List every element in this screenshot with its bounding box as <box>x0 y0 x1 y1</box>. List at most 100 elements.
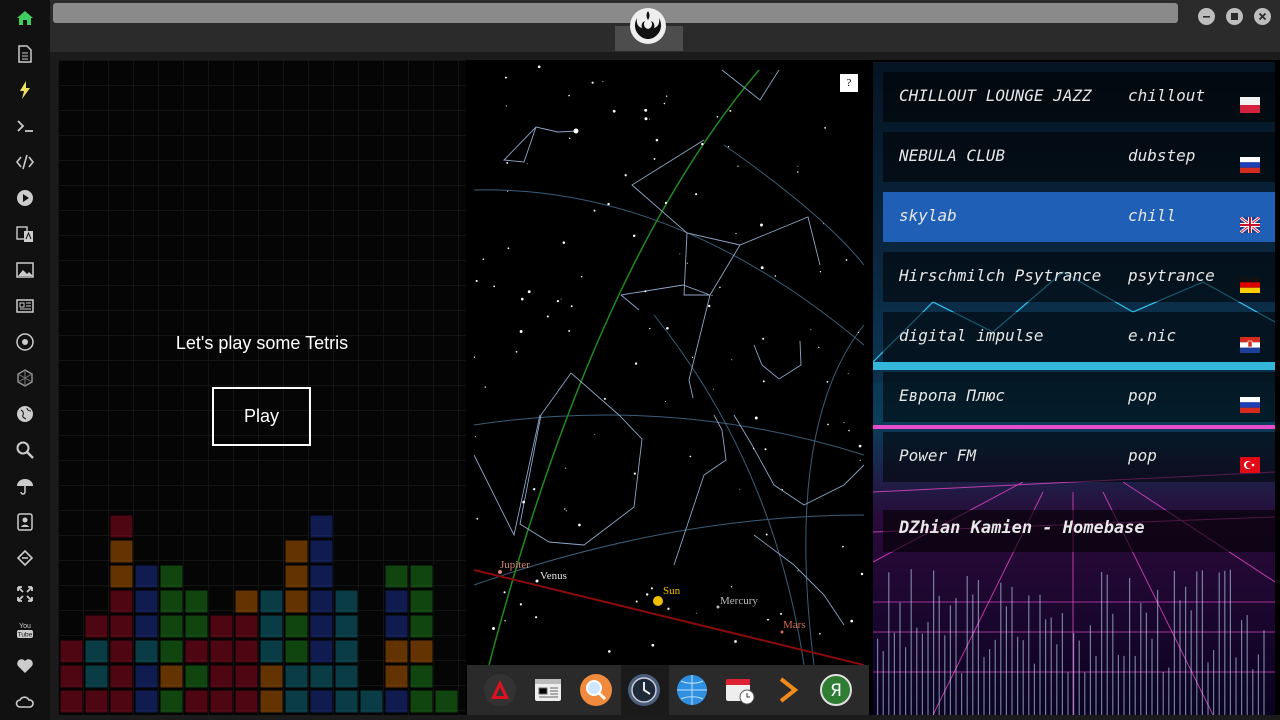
contacts-icon[interactable] <box>13 510 37 534</box>
home-icon[interactable] <box>13 6 37 30</box>
youtube-icon[interactable]: You Tube <box>13 618 37 642</box>
star <box>568 329 571 332</box>
tetris-block <box>134 589 159 614</box>
link-icon[interactable] <box>13 546 37 570</box>
play-button[interactable]: Play <box>212 387 311 446</box>
image-icon[interactable] <box>13 258 37 282</box>
star <box>810 329 812 331</box>
star <box>679 253 681 255</box>
star <box>843 421 845 423</box>
station-row[interactable]: Power FM pop <box>883 432 1275 482</box>
globe-icon[interactable] <box>13 402 37 426</box>
eq-bar <box>1235 657 1237 715</box>
yandex-icon[interactable]: Я <box>819 673 853 707</box>
help-button[interactable]: ? <box>840 74 858 92</box>
star <box>719 286 721 289</box>
hexagon-icon[interactable] <box>13 366 37 390</box>
star <box>556 299 560 303</box>
station-row[interactable]: Hirschmilch Psytrance psytrance <box>883 252 1275 302</box>
eq-bar <box>1162 671 1164 715</box>
rebel-icon[interactable] <box>13 330 37 354</box>
star <box>797 165 799 167</box>
tetris-block <box>84 639 109 664</box>
star <box>570 305 573 308</box>
eq-bar <box>1257 654 1259 715</box>
calendar-doc-icon[interactable] <box>531 673 565 707</box>
eq-bar <box>1229 569 1231 715</box>
star <box>781 489 783 491</box>
star <box>686 262 688 264</box>
star <box>546 315 549 318</box>
globe-app-icon[interactable] <box>675 673 709 707</box>
eq-bar <box>1185 586 1187 715</box>
pdf-app-icon[interactable] <box>483 673 517 707</box>
tetris-block <box>259 639 284 664</box>
sky-map[interactable]: Jupiter Venus Sun Mercury Mars <box>473 65 865 666</box>
eq-bar <box>1101 571 1103 715</box>
address-bar[interactable] <box>53 3 1178 23</box>
calendar-clock-icon[interactable] <box>723 673 757 707</box>
star <box>762 380 765 383</box>
eq-bar <box>1112 613 1114 715</box>
tetris-block <box>259 689 284 714</box>
lightning-icon[interactable] <box>13 78 37 102</box>
star <box>716 115 719 118</box>
star <box>731 359 733 361</box>
rebel-logo-icon[interactable] <box>628 6 668 46</box>
station-row-active[interactable]: skylab chill <box>883 192 1275 242</box>
tetris-block <box>359 689 384 714</box>
eq-bar <box>1145 612 1147 715</box>
station-row[interactable]: CHILLOUT LOUNGE JAZZ chillout <box>883 72 1275 122</box>
eq-bar <box>1241 620 1243 715</box>
star <box>644 290 647 293</box>
star <box>797 171 799 173</box>
tetris-block <box>59 689 84 714</box>
tetris-block <box>334 689 359 714</box>
star <box>644 108 648 112</box>
star <box>764 448 767 451</box>
maximize-button[interactable] <box>1226 8 1243 25</box>
search-icon[interactable] <box>13 438 37 462</box>
news-icon[interactable] <box>13 294 37 318</box>
star <box>695 193 698 196</box>
star <box>506 161 509 164</box>
arrow-app-icon[interactable] <box>771 673 805 707</box>
tetris-block <box>309 589 334 614</box>
tetris-block <box>334 664 359 689</box>
eq-bar <box>1089 625 1091 715</box>
star <box>565 467 567 469</box>
umbrella-icon[interactable] <box>13 474 37 498</box>
star <box>649 327 651 330</box>
terminal-icon[interactable] <box>13 114 37 138</box>
station-row[interactable]: digital impulse e.nic <box>883 312 1275 362</box>
eq-bar <box>994 639 996 715</box>
cloud-icon[interactable] <box>13 690 37 714</box>
document-icon[interactable] <box>13 42 37 66</box>
station-name: Hirschmilch Psytrance <box>899 266 1102 285</box>
tetris-block <box>384 639 409 664</box>
close-button[interactable] <box>1254 8 1271 25</box>
fullscreen-icon[interactable] <box>13 582 37 606</box>
tetris-block <box>259 589 284 614</box>
eq-bar <box>972 594 974 715</box>
translate-icon[interactable] <box>13 222 37 246</box>
station-row[interactable]: Европа Плюс pop <box>883 372 1275 422</box>
tetris-block <box>109 614 134 639</box>
search-app-icon[interactable] <box>579 673 613 707</box>
code-icon[interactable] <box>13 150 37 174</box>
star <box>651 643 655 647</box>
uk-flag-icon <box>1240 217 1260 233</box>
tetris-block <box>409 614 434 639</box>
tetris-block <box>409 639 434 664</box>
clock-app-icon[interactable] <box>627 673 661 707</box>
heart-icon[interactable] <box>13 654 37 678</box>
station-row[interactable]: NEBULA CLUB dubstep <box>883 132 1275 182</box>
top-bar <box>50 0 1280 52</box>
star <box>692 356 694 358</box>
russia-flag-icon <box>1240 397 1260 413</box>
tetris-block <box>159 614 184 639</box>
star <box>580 275 583 278</box>
star <box>607 202 610 206</box>
minimize-button[interactable] <box>1198 8 1215 25</box>
play-circle-icon[interactable] <box>13 186 37 210</box>
